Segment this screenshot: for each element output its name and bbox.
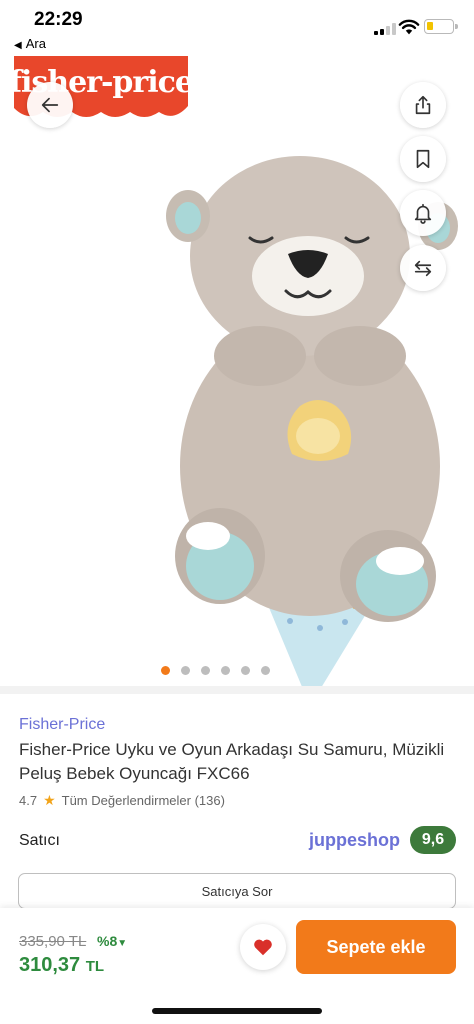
add-to-collection-button[interactable]	[400, 136, 446, 182]
heart-icon	[254, 939, 272, 956]
current-price-value: 310,37	[19, 954, 81, 976]
bell-icon	[414, 203, 432, 224]
favorite-button[interactable]	[240, 924, 286, 970]
wifi-icon	[398, 19, 420, 35]
down-arrow-icon: ▼	[117, 938, 128, 949]
star-icon: ★	[43, 792, 56, 808]
discount-value: %8	[97, 933, 118, 949]
seller-score-badge: 9,6	[410, 826, 456, 854]
add-to-cart-button[interactable]: Sepete ekle	[296, 920, 456, 974]
pagination-dot[interactable]	[221, 666, 230, 675]
compare-arrows-icon	[414, 260, 432, 277]
back-to-app-link[interactable]: ◀ Ara	[14, 36, 46, 51]
share-button[interactable]	[400, 82, 446, 128]
compare-button[interactable]	[400, 245, 446, 291]
price-alert-button[interactable]	[400, 190, 446, 236]
pagination-dot[interactable]	[181, 666, 190, 675]
discount-badge: %8▼	[97, 933, 127, 949]
current-price: 310,37 TL	[19, 954, 104, 977]
product-image-gallery[interactable]: fisher-price	[0, 56, 474, 686]
battery-icon	[424, 19, 458, 34]
section-divider	[0, 686, 474, 694]
seller-name-link[interactable]: juppeshop	[309, 830, 400, 851]
back-app-label: Ara	[25, 36, 46, 51]
back-triangle-icon: ◀	[14, 40, 22, 51]
all-reviews-link[interactable]: Tüm Değerlendirmeler (136)	[62, 793, 225, 808]
old-price: 335,90 TL	[19, 933, 87, 950]
seller-row: Satıcı juppeshop 9,6	[19, 826, 456, 856]
cellular-signal-icon	[374, 23, 396, 35]
image-pagination	[161, 666, 270, 676]
home-indicator	[152, 1008, 322, 1014]
ask-seller-button[interactable]: Satıcıya Sor	[18, 873, 456, 909]
pagination-dot[interactable]	[161, 666, 170, 675]
pagination-dot[interactable]	[201, 666, 210, 675]
seller-label: Satıcı	[19, 832, 60, 849]
bookmark-icon	[416, 149, 430, 169]
pagination-dot[interactable]	[241, 666, 250, 675]
currency: TL	[85, 958, 105, 975]
back-button[interactable]	[27, 82, 73, 128]
product-title: Fisher-Price Uyku ve Oyun Arkadaşı Su Sa…	[19, 740, 445, 783]
bottom-purchase-bar: 335,90 TL %8▼ 310,37 TL Sepete ekle	[0, 908, 474, 1024]
rating-row[interactable]: 4.7 ★ Tüm Değerlendirmeler (136)	[19, 792, 225, 809]
share-icon	[415, 95, 431, 115]
arrow-left-icon	[41, 97, 59, 113]
pagination-dot[interactable]	[261, 666, 270, 675]
status-bar: 22:29 ◀ Ara	[0, 0, 474, 56]
status-time: 22:29	[34, 9, 83, 30]
brand-link[interactable]: Fisher-Price	[19, 716, 105, 734]
rating-value: 4.7	[19, 793, 38, 808]
